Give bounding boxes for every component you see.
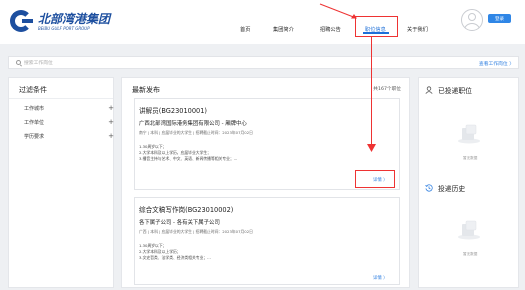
applied-empty-text: 暂无数据 — [463, 156, 478, 160]
job-count: 共167个职位 — [373, 87, 401, 92]
job-card[interactable]: 综合文稿写作岗(BG23010002) 各下属子公司 - 各有关下属子公司 广西… — [134, 197, 400, 285]
history-empty-text: 暂无数据 — [463, 252, 478, 256]
job-title[interactable]: 讲解员(BG23010001) — [139, 105, 207, 115]
empty-state-icon — [457, 122, 481, 144]
filter-work-unit[interactable]: 工作单位 + — [24, 118, 114, 126]
nav-group-intro[interactable]: 集团简介 — [273, 23, 294, 36]
annotation-arrow-down — [367, 144, 376, 152]
side-panel: 已投递职位 暂无数据 投递历史 暂无数据 — [418, 77, 519, 288]
annotation-box-nav — [355, 16, 398, 37]
annotation-box-detail — [355, 170, 395, 188]
login-button[interactable]: 登录 — [488, 14, 511, 23]
user-icon — [425, 86, 433, 94]
expand-plus-icon[interactable]: + — [108, 104, 114, 112]
nav-announcements[interactable]: 招聘公告 — [320, 23, 341, 36]
job-requirement: 3.文史哲类、法学类、经济类相关专业；... — [139, 255, 211, 260]
filter-label: 学历要求 — [24, 134, 45, 140]
annotation-arrow-nav — [319, 3, 357, 19]
job-detail-link[interactable]: 详情 〉 — [373, 275, 388, 281]
filter-divider — [9, 98, 113, 99]
user-avatar-icon[interactable] — [461, 9, 483, 31]
site-header: 北部湾港集团 BEIBU GULF PORT GROUP 首页 集团简介 招聘公… — [0, 0, 525, 44]
logo-title: 北部湾港集团 — [38, 12, 111, 26]
search-input[interactable] — [24, 58, 324, 68]
logo-subtitle: BEIBU GULF PORT GROUP — [38, 26, 90, 31]
empty-state-icon — [457, 218, 481, 240]
job-title[interactable]: 综合文稿写作岗(BG23010002) — [139, 204, 233, 214]
search-bar: 查看工作岗位 〉 — [8, 56, 519, 69]
filter-title: 过滤条件 — [19, 86, 47, 94]
annotation-line — [371, 37, 372, 147]
history-title: 投递历史 — [438, 185, 466, 193]
job-company: 广西北部湾国际港务集团有限公司 - 厢牌中心 — [139, 121, 247, 127]
search-icon — [16, 60, 21, 65]
applied-jobs-title: 已投递职位 — [438, 87, 472, 95]
nav-about-us[interactable]: 关于我们 — [407, 23, 428, 36]
latest-title: 最新发布 — [132, 86, 160, 94]
expand-plus-icon[interactable]: + — [108, 118, 114, 126]
applied-jobs-header: 已投递职位 — [425, 85, 472, 95]
logo[interactable]: 北部湾港集团 BEIBU GULF PORT GROUP — [10, 10, 110, 34]
job-requirement: 3.播音主持与艺术、中文、英语、新闻传播等相关专业；... — [139, 156, 238, 161]
filter-label: 工作城市 — [24, 106, 45, 112]
job-company: 各下属子公司 - 各有关下属子公司 — [139, 220, 220, 226]
history-icon — [425, 184, 433, 192]
filter-education[interactable]: 学历要求 + — [24, 132, 114, 140]
job-meta: 广西 | 本科 | 应届毕业的大学生 | 招聘截止时间：2023年07月02日 — [139, 229, 253, 234]
filter-label: 工作单位 — [24, 120, 45, 126]
filter-panel: 过滤条件 工作城市 + 工作单位 + 学历要求 + — [8, 77, 114, 288]
expand-plus-icon[interactable]: + — [108, 132, 114, 140]
job-meta: 南宁 | 本科 | 应届毕业的大学生 | 招聘截止时间：2023年07月02日 — [139, 130, 253, 135]
logo-icon — [10, 10, 36, 34]
nav-home[interactable]: 首页 — [240, 23, 250, 36]
filter-work-city[interactable]: 工作城市 + — [24, 104, 114, 112]
history-header: 投递历史 — [425, 183, 465, 193]
view-all-jobs-link[interactable]: 查看工作岗位 〉 — [479, 60, 514, 67]
